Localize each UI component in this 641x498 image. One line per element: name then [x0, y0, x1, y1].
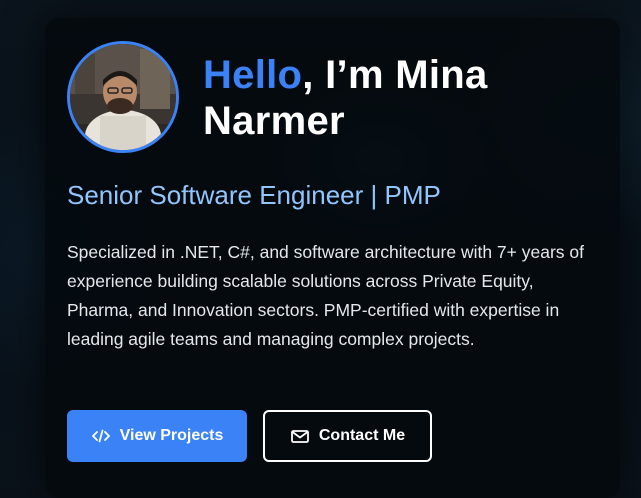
profile-photo: [70, 44, 176, 150]
contact-me-label: Contact Me: [318, 427, 406, 444]
profile-avatar: [67, 41, 179, 153]
code-icon: [91, 428, 111, 444]
bio-description: Specialized in .NET, C#, and software ar…: [67, 242, 584, 349]
mail-icon: [290, 428, 310, 444]
job-title: Senior Software Engineer | PMP: [67, 180, 441, 210]
greeting-accent: Hello: [203, 53, 303, 97]
view-projects-button[interactable]: View Projects: [67, 410, 247, 462]
view-projects-label: View Projects: [119, 427, 224, 444]
contact-me-button[interactable]: Contact Me: [263, 410, 432, 462]
hero-heading: Hello, I’m Mina Narmer: [203, 52, 603, 144]
